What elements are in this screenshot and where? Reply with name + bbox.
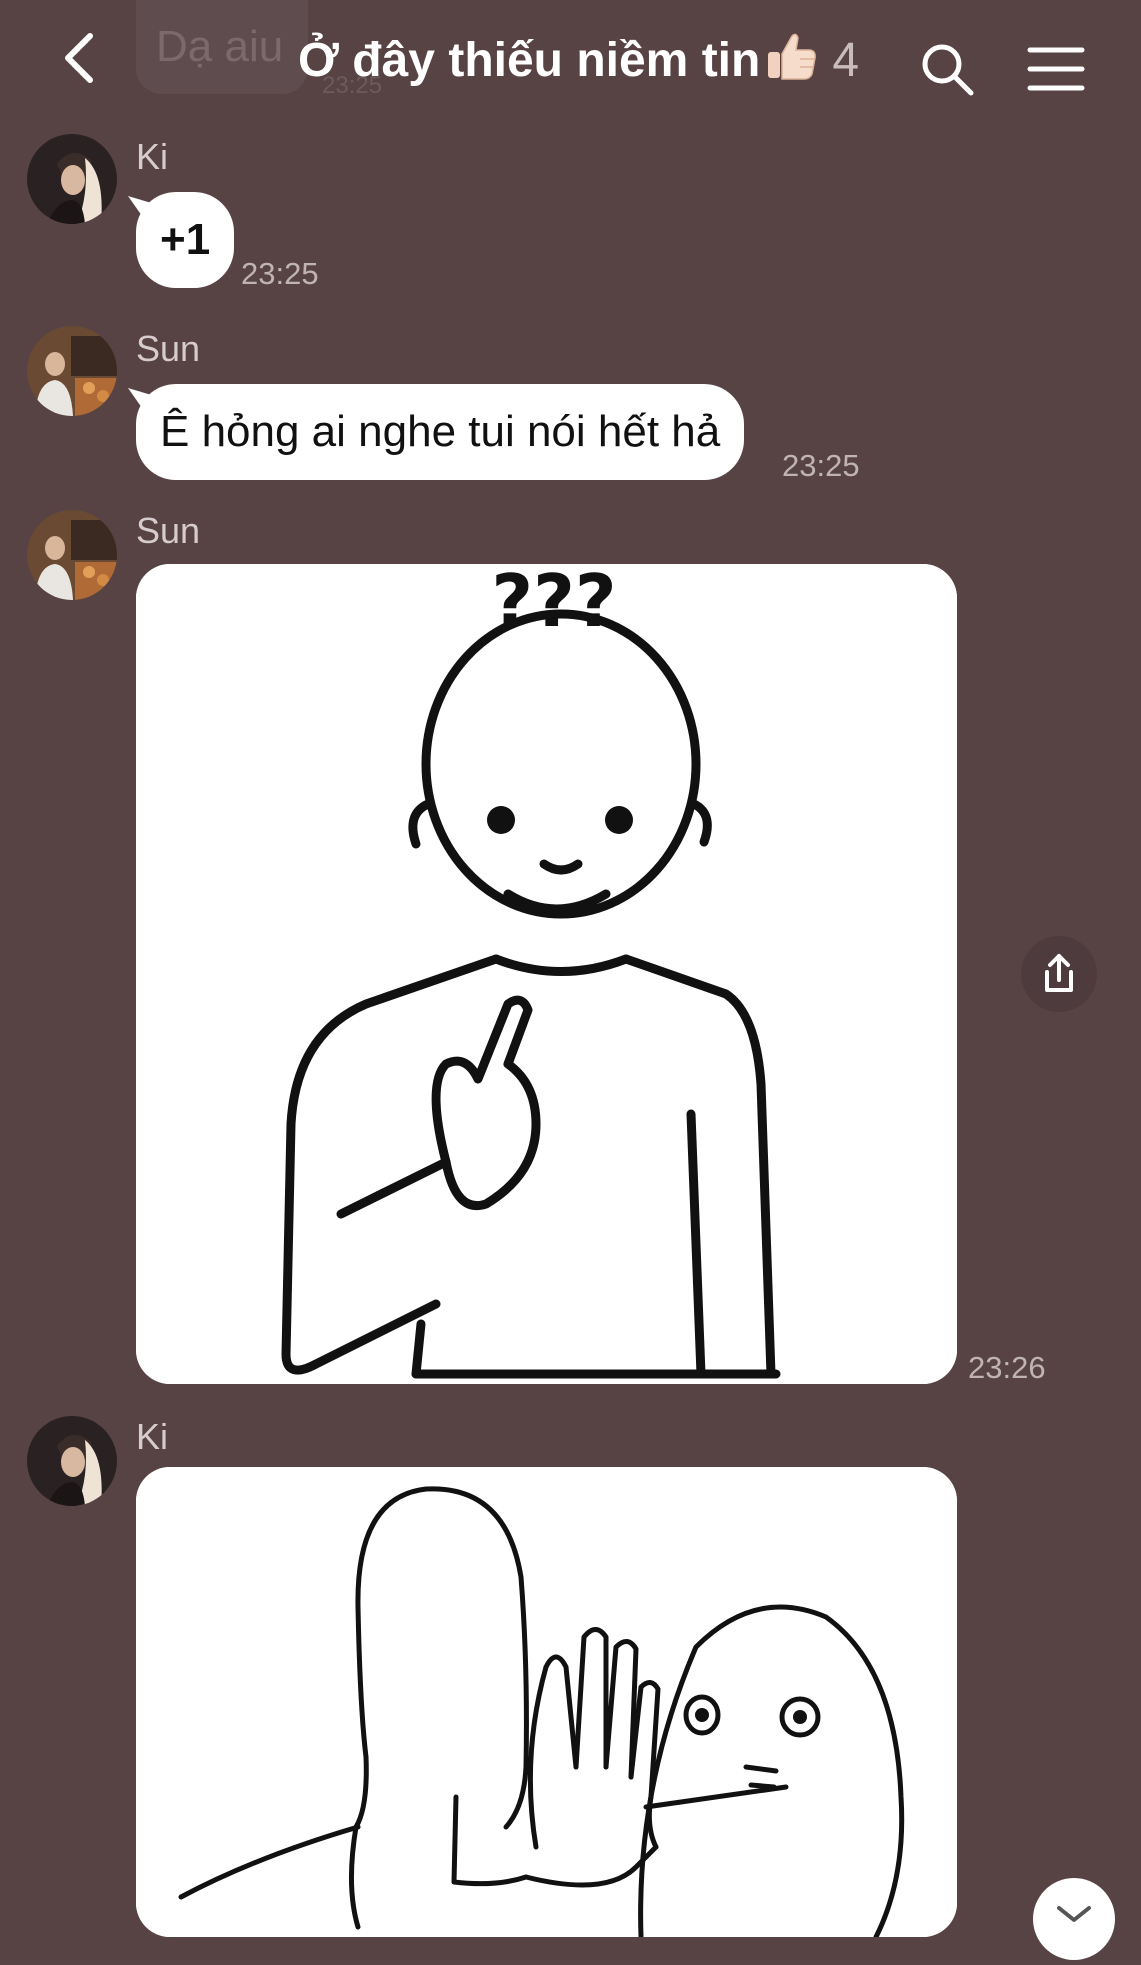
avatar-sun[interactable] xyxy=(27,510,117,600)
avatar-image xyxy=(27,510,117,600)
image-message[interactable] xyxy=(136,1467,957,1937)
avatar-ki[interactable] xyxy=(27,1416,117,1506)
member-count: 4 xyxy=(832,34,860,87)
avatar-image xyxy=(27,134,117,224)
message-time: 23:25 xyxy=(241,256,319,291)
menu-icon xyxy=(1027,47,1085,91)
avatar-ki[interactable] xyxy=(27,134,117,224)
message-text: Ê hỏng ai nghe tui nói hết hả xyxy=(160,407,721,456)
avatar-image xyxy=(27,326,117,416)
sender-name: Ki xyxy=(136,1416,169,1457)
meme-point-self-image: ??? xyxy=(136,564,957,1384)
chat-title[interactable]: Ở đây thiếu niềm tin 4 xyxy=(298,30,859,88)
back-icon xyxy=(65,33,93,83)
message-bubble[interactable]: +1 xyxy=(136,192,235,288)
message-time: 23:25 xyxy=(782,448,860,483)
scroll-to-bottom-button[interactable] xyxy=(1033,1878,1115,1960)
avatar-sun[interactable] xyxy=(27,326,117,416)
chat-title-text: Ở đây thiếu niềm tin xyxy=(298,34,761,87)
menu-button[interactable] xyxy=(1026,44,1086,94)
previous-message-text: Dạ aiu xyxy=(156,22,284,71)
thumbs-up-icon xyxy=(768,33,817,80)
sender-name: Sun xyxy=(136,328,201,369)
meme-hand-block-image xyxy=(136,1467,957,1937)
message-time: 23:26 xyxy=(968,1350,1046,1385)
search-icon xyxy=(922,44,974,96)
message-text: +1 xyxy=(160,215,211,264)
share-upload-icon xyxy=(1045,954,1073,992)
chevron-down-icon xyxy=(1057,1906,1091,1922)
image-message[interactable]: ??? xyxy=(136,564,957,1384)
back-button[interactable] xyxy=(56,26,116,90)
image-caption: ??? xyxy=(491,564,616,643)
sender-name: Ki xyxy=(136,136,169,177)
sender-name: Sun xyxy=(136,510,201,551)
message-bubble[interactable]: Ê hỏng ai nghe tui nói hết hả xyxy=(136,384,745,480)
avatar-image xyxy=(27,1416,117,1506)
search-button[interactable] xyxy=(918,40,976,98)
share-button[interactable] xyxy=(1021,936,1097,1012)
